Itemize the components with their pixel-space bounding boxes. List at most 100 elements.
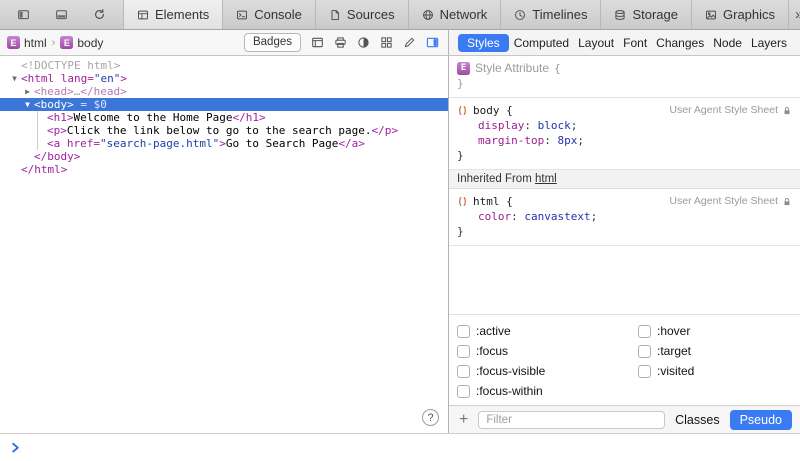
dom-tree-node[interactable]: </html> bbox=[0, 163, 448, 176]
inherited-from-bar: Inherited From html bbox=[449, 170, 800, 189]
tab-storage[interactable]: Storage bbox=[600, 0, 691, 29]
sidebar-tab-layout[interactable]: Layout bbox=[574, 34, 618, 52]
sidebar-tab-node[interactable]: Node bbox=[709, 34, 746, 52]
dom-tree-node[interactable]: ▶<head>…</head> bbox=[0, 85, 448, 98]
add-rule-button[interactable]: + bbox=[457, 412, 470, 428]
contrast-button[interactable] bbox=[357, 36, 370, 49]
property-value: canvastext bbox=[524, 210, 590, 223]
pseudo-toggle-focus-within[interactable]: :focus-within bbox=[457, 384, 638, 398]
dom-tree-node[interactable]: <a href="search-page.html">Go to Search … bbox=[0, 137, 448, 150]
breadcrumb-label: html bbox=[24, 36, 47, 50]
dom-token: Go to Search Page bbox=[226, 137, 339, 150]
pseudo-toggle-target[interactable]: :target bbox=[638, 344, 792, 358]
pseudo-toggle-focus[interactable]: :focus bbox=[457, 344, 638, 358]
property-colon: : bbox=[511, 210, 524, 223]
element-badge-icon: E bbox=[7, 36, 20, 49]
css-property[interactable]: color: canvastext; bbox=[457, 209, 792, 224]
element-badge-icon: E bbox=[457, 62, 470, 75]
grid-icon bbox=[380, 36, 393, 49]
sidebar-tab-changes[interactable]: Changes bbox=[652, 34, 708, 52]
dom-token: > bbox=[219, 137, 226, 150]
tab-timelines[interactable]: Timelines bbox=[500, 0, 600, 29]
pseudo-checkbox[interactable] bbox=[638, 365, 651, 378]
inherited-target-link[interactable]: html bbox=[535, 173, 557, 185]
brush-button[interactable] bbox=[403, 36, 416, 49]
dom-token: </h1> bbox=[232, 111, 265, 124]
filter-input[interactable] bbox=[478, 411, 665, 429]
reload-page-button[interactable] bbox=[87, 8, 112, 21]
css-property[interactable]: margin-top: 8px; bbox=[457, 133, 792, 148]
overflow-tabs-button[interactable]: » bbox=[789, 7, 800, 22]
pseudo-column: :hover :target :visited bbox=[638, 324, 792, 398]
panel-right-icon bbox=[426, 36, 439, 49]
pseudo-checkbox[interactable] bbox=[457, 345, 470, 358]
collapse-arrow-icon[interactable]: ▶ bbox=[21, 85, 34, 98]
pseudo-checkbox[interactable] bbox=[638, 345, 651, 358]
breadcrumb-item-body[interactable]: Ebody bbox=[60, 36, 103, 50]
expand-arrow-icon[interactable]: ▼ bbox=[21, 98, 34, 111]
tab-label: Console bbox=[254, 7, 302, 22]
panel-right-button[interactable] bbox=[426, 36, 439, 49]
breadcrumb-separator: › bbox=[51, 37, 57, 49]
classes-button[interactable]: Classes bbox=[673, 413, 721, 427]
frames-button[interactable] bbox=[311, 36, 324, 49]
grid-button[interactable] bbox=[380, 36, 393, 49]
print-button[interactable] bbox=[334, 36, 347, 49]
pseudo-toggle-visited[interactable]: :visited bbox=[638, 364, 792, 378]
dom-token: "en" bbox=[94, 72, 121, 85]
style-attribute-title: Style Attribute bbox=[475, 61, 549, 76]
dom-token: Welcome to the Home Page bbox=[74, 111, 233, 124]
rule-selector: html { bbox=[473, 194, 513, 209]
closing-brace: } bbox=[457, 148, 792, 163]
pseudo-toggle-active[interactable]: :active bbox=[457, 324, 638, 338]
pseudo-button[interactable]: Pseudo bbox=[730, 410, 792, 430]
pseudo-checkbox[interactable] bbox=[457, 325, 470, 338]
console-prompt-chevron-icon bbox=[9, 441, 22, 454]
dom-tree-node[interactable]: <p>Click the link below to go to the sea… bbox=[0, 124, 448, 137]
property-name: margin-top bbox=[478, 134, 544, 147]
pseudo-checkbox[interactable] bbox=[457, 365, 470, 378]
pseudo-checkbox[interactable] bbox=[457, 385, 470, 398]
css-property[interactable]: display: block; bbox=[457, 118, 792, 133]
pseudo-label: :hover bbox=[657, 324, 690, 338]
dom-toolbar-icons: Badges bbox=[244, 33, 448, 52]
styles-sidebar: EStyle Attribute{}body {User Agent Style… bbox=[449, 56, 800, 433]
dom-tree-node[interactable]: <!DOCTYPE html> bbox=[0, 59, 448, 72]
console-prompt-bar[interactable] bbox=[0, 433, 800, 461]
pseudo-toggle-hover[interactable]: :hover bbox=[638, 324, 792, 338]
tab-elements[interactable]: Elements bbox=[123, 0, 222, 29]
dom-tree-node[interactable]: ▼<body> = $0 bbox=[0, 98, 448, 111]
dock-bottom-icon bbox=[55, 8, 68, 21]
breadcrumb-item-html[interactable]: Ehtml bbox=[7, 36, 47, 50]
rule-header: html {User Agent Style Sheet bbox=[457, 194, 792, 209]
pseudo-toggle-focus-visible[interactable]: :focus-visible bbox=[457, 364, 638, 378]
styles-bottom-bar: + Classes Pseudo bbox=[449, 405, 800, 433]
tab-label: Timelines bbox=[532, 7, 587, 22]
dom-tree-node[interactable]: </body> bbox=[0, 150, 448, 163]
rule-header: body {User Agent Style Sheet bbox=[457, 103, 792, 118]
css-rule-body: body {User Agent Style Sheetdisplay: blo… bbox=[449, 98, 800, 170]
tab-network[interactable]: Network bbox=[408, 0, 501, 29]
sidebar-tab-computed[interactable]: Computed bbox=[510, 34, 573, 52]
dom-tree-node[interactable]: ▼<html lang="en"> bbox=[0, 72, 448, 85]
pseudo-checkbox[interactable] bbox=[638, 325, 651, 338]
tab-graphics[interactable]: Graphics bbox=[691, 0, 789, 29]
sidebar-tab-bar: StylesComputedLayoutFontChangesNodeLayer… bbox=[449, 30, 800, 55]
storage-icon bbox=[614, 9, 626, 21]
expand-arrow-icon[interactable]: ▼ bbox=[8, 72, 21, 85]
rule-origin-label: User Agent Style Sheet bbox=[669, 103, 778, 118]
dock-to-side-button[interactable] bbox=[11, 8, 36, 21]
dom-tree-node[interactable]: <h1>Welcome to the Home Page</h1> bbox=[0, 111, 448, 124]
tab-console[interactable]: Console bbox=[222, 0, 315, 29]
badges-button[interactable]: Badges bbox=[244, 33, 301, 52]
help-button[interactable]: ? bbox=[422, 409, 439, 426]
tab-sources[interactable]: Sources bbox=[315, 0, 408, 29]
dom-token: = $0 bbox=[74, 98, 107, 111]
sidebar-tab-styles[interactable]: Styles bbox=[458, 34, 509, 52]
sidebar-tab-layers[interactable]: Layers bbox=[747, 34, 791, 52]
property-value: block bbox=[538, 119, 571, 132]
sidebar-tab-font[interactable]: Font bbox=[619, 34, 651, 52]
pseudo-label: :target bbox=[657, 344, 691, 358]
network-icon bbox=[422, 9, 434, 21]
dock-to-bottom-button[interactable] bbox=[49, 8, 74, 21]
